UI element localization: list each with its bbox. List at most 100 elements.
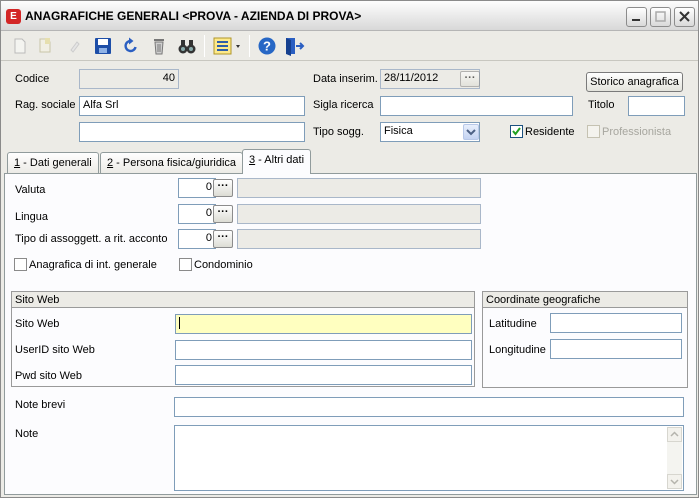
- tipo-assog-label: Tipo di assoggett. a rit. acconto: [15, 233, 168, 245]
- titolo-label: Titolo: [588, 99, 615, 111]
- rag-sociale-field[interactable]: Alfa Srl: [79, 96, 305, 116]
- lingua-label: Lingua: [15, 211, 49, 223]
- anagrafica-generale-label: Anagrafica di int. generale: [29, 259, 157, 271]
- sito-web-label: Sito Web: [15, 318, 60, 330]
- residente-label: Residente: [525, 126, 575, 138]
- svg-text:?: ?: [263, 39, 271, 54]
- tab-label: - Persona fisica/giuridica: [113, 157, 237, 169]
- condominio-checkbox[interactable]: [179, 258, 192, 271]
- note-brevi-field[interactable]: [174, 397, 684, 417]
- ellipsis-icon: ···: [464, 72, 476, 84]
- condominio-label: Condominio: [194, 259, 253, 271]
- exit-door-icon: [286, 38, 305, 56]
- minimize-button[interactable]: [626, 7, 647, 27]
- tipo-assog-lookup-button[interactable]: ···: [213, 230, 233, 248]
- latitudine-field[interactable]: [550, 313, 682, 333]
- data-inserim-value: 28/11/2012: [384, 72, 439, 84]
- date-picker-button[interactable]: ···: [460, 71, 480, 87]
- sigla-ricerca-field[interactable]: [380, 96, 573, 116]
- longitudine-label: Longitudine: [489, 344, 546, 356]
- data-inserim-label: Data inserim.: [313, 73, 378, 85]
- anagrafica-generale-checkbox[interactable]: [14, 258, 27, 271]
- tab-persona-fisica-giuridica[interactable]: 2 - Persona fisica/giuridica: [100, 152, 244, 173]
- search-button[interactable]: [177, 36, 197, 56]
- help-icon: ?: [258, 37, 276, 55]
- lingua-description-field: [237, 204, 481, 224]
- help-button[interactable]: ?: [257, 36, 277, 56]
- sito-web-group-title: Sito Web: [12, 292, 474, 308]
- toolbar: ?: [1, 31, 698, 61]
- trash-icon: [154, 39, 164, 55]
- tab-altri-dati[interactable]: 3 - Altri dati: [242, 149, 312, 174]
- close-button[interactable]: [674, 7, 695, 27]
- coordinate-group-title: Coordinate geografiche: [483, 292, 687, 308]
- undo-button[interactable]: [121, 36, 141, 56]
- lingua-lookup-button[interactable]: ···: [213, 205, 233, 223]
- valuta-label: Valuta: [15, 184, 46, 196]
- tab-dati-generali[interactable]: 1 - Dati generali: [7, 152, 99, 173]
- text-cursor: [179, 317, 180, 330]
- minimize-icon: [632, 19, 640, 21]
- rag-sociale-2-field[interactable]: [79, 122, 305, 142]
- checkmark-icon: [512, 127, 521, 136]
- codice-field[interactable]: 40: [79, 69, 179, 89]
- exit-button[interactable]: [283, 36, 305, 56]
- application-window: E ANAGRAFICHE GENERALI <PROVA - AZIENDA …: [0, 0, 699, 498]
- tipo-sogg-value: Fisica: [384, 125, 413, 137]
- tipo-assog-description-field: [237, 229, 481, 249]
- list-menu-button[interactable]: [213, 36, 245, 56]
- open-button[interactable]: [36, 36, 56, 56]
- lingua-field[interactable]: 0: [178, 204, 216, 224]
- valuta-field[interactable]: 0: [178, 178, 216, 198]
- sito-web-field[interactable]: [175, 314, 472, 334]
- tipo-sogg-label: Tipo sogg.: [313, 126, 364, 138]
- valuta-lookup-button[interactable]: ···: [213, 179, 233, 197]
- longitudine-field[interactable]: [550, 339, 682, 359]
- close-icon: [679, 11, 690, 22]
- new-document-button[interactable]: [10, 36, 30, 56]
- userid-field[interactable]: [175, 340, 472, 360]
- chevron-down-icon: [466, 129, 476, 136]
- toolbar-separator: [204, 35, 205, 57]
- tab-label: - Altri dati: [255, 154, 305, 166]
- save-button[interactable]: [93, 36, 113, 56]
- sito-web-group: Sito Web Sito Web UserID sito Web Pwd si…: [11, 291, 475, 387]
- valuta-description-field: [237, 178, 481, 198]
- pwd-label: Pwd sito Web: [15, 370, 83, 382]
- title-bar: E ANAGRAFICHE GENERALI <PROVA - AZIENDA …: [1, 1, 698, 31]
- delete-button[interactable]: [149, 36, 169, 56]
- note-scrollbar[interactable]: [667, 427, 682, 489]
- edit-icon: [70, 41, 80, 53]
- scroll-up-button[interactable]: [667, 427, 682, 442]
- tab-label: - Dati generali: [20, 157, 92, 169]
- save-icon: [95, 38, 111, 54]
- pwd-field[interactable]: [175, 365, 472, 385]
- residente-checkbox[interactable]: [510, 125, 523, 138]
- rag-sociale-label: Rag. sociale: [15, 99, 76, 111]
- tipo-assog-field[interactable]: 0: [178, 229, 216, 249]
- maximize-icon: [655, 11, 666, 22]
- titolo-field[interactable]: [628, 96, 685, 116]
- ellipsis-icon: ···: [217, 206, 229, 218]
- toolbar-separator: [249, 35, 250, 57]
- list-icon: [213, 37, 240, 55]
- scroll-down-button[interactable]: [667, 474, 682, 489]
- undo-icon: [124, 37, 137, 53]
- note-label: Note: [15, 428, 39, 440]
- binoculars-icon: [178, 40, 196, 54]
- edit-button[interactable]: [65, 36, 85, 56]
- storico-anagrafica-button[interactable]: Storico anagrafica: [586, 72, 683, 92]
- userid-label: UserID sito Web: [15, 344, 95, 356]
- app-icon: E: [6, 9, 21, 24]
- tipo-sogg-dropdown-button[interactable]: [463, 124, 479, 140]
- codice-label: Codice: [15, 73, 50, 85]
- open-icon: [39, 38, 51, 53]
- ellipsis-icon: ···: [217, 231, 229, 243]
- ellipsis-icon: ···: [217, 180, 229, 192]
- professionista-checkbox[interactable]: [587, 125, 600, 138]
- note-textarea[interactable]: [174, 425, 684, 491]
- maximize-button[interactable]: [650, 7, 671, 27]
- new-document-icon: [14, 38, 26, 54]
- note-brevi-label: Note brevi: [15, 399, 66, 411]
- tab-panel-altri-dati: Valuta 0 ··· Lingua 0 ··· Tipo di assogg…: [4, 173, 697, 495]
